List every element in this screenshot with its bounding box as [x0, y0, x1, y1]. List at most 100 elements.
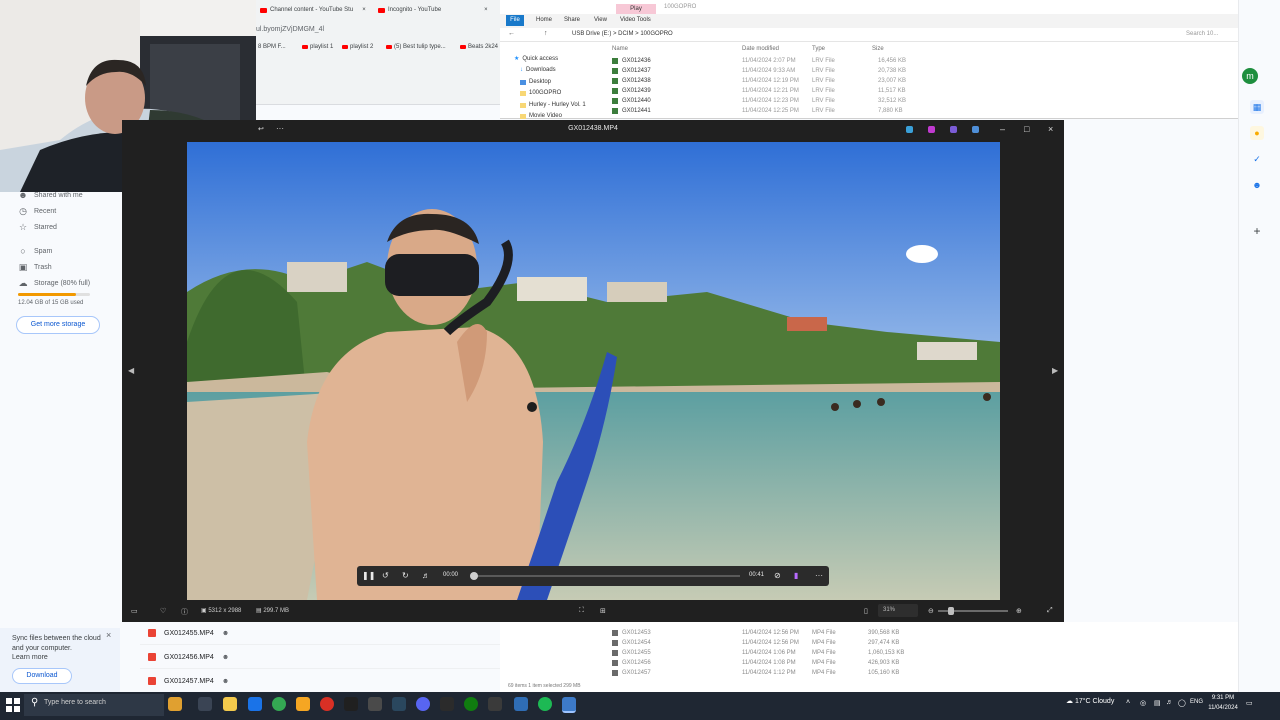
table-row[interactable]: GX012437 11/04/2024 9:33 AM LRV File 20,… [612, 68, 912, 76]
xbox-icon[interactable] [464, 697, 478, 711]
play-tab[interactable]: Play [616, 4, 656, 14]
table-row[interactable]: GX012454 11/04/2024 12:56 PM MP4 File 29… [612, 640, 912, 648]
nav-item-downloads[interactable]: ↓ Downloads [520, 67, 556, 73]
table-row[interactable]: GX012453 11/04/2024 12:56 PM MP4 File 39… [612, 630, 912, 638]
ribbon-tab-view[interactable]: View [594, 15, 607, 26]
column-header-date[interactable]: Date modified [742, 46, 779, 52]
sidebar-item-recent[interactable]: ◷ Recent [18, 206, 56, 217]
contacts-icon[interactable]: ☻ [1250, 178, 1264, 192]
column-header-size[interactable]: Size [872, 46, 884, 52]
edit-icon[interactable] [906, 126, 913, 133]
nav-item-movie-video[interactable]: Movie Video [520, 113, 562, 119]
column-header-type[interactable]: Type [812, 46, 825, 52]
app-icon[interactable] [514, 697, 528, 711]
zoom-out-icon[interactable]: ⊖ [928, 607, 934, 615]
edge-icon[interactable] [248, 697, 262, 711]
maximize-button[interactable]: □ [1024, 124, 1029, 134]
more-options-icon[interactable]: ··· [815, 572, 823, 580]
table-row[interactable]: GX012455 11/04/2024 1:06 PM MP4 File 1,0… [612, 650, 912, 658]
chevron-up-icon[interactable]: ˄ [1126, 699, 1130, 706]
rewind-icon[interactable]: ↺ [382, 572, 389, 580]
add-icon[interactable]: + [1250, 224, 1264, 238]
cat-widget-icon[interactable] [168, 697, 182, 711]
steam-icon[interactable] [392, 697, 406, 711]
zoom-slider-thumb[interactable] [948, 607, 954, 615]
slideshow-icon[interactable]: ▯ [864, 607, 868, 615]
onedrive-icon[interactable] [972, 126, 979, 133]
clipchamp-icon[interactable] [928, 126, 935, 133]
table-row[interactable]: GX012456 11/04/2024 1:08 PM MP4 File 426… [612, 660, 912, 668]
table-row[interactable]: GX012441 11/04/2024 12:25 PM LRV File 7,… [612, 108, 912, 116]
app-icon[interactable] [344, 697, 358, 711]
ribbon-tab-video-tools[interactable]: Video Tools [620, 15, 651, 26]
clock-time[interactable]: 9:31 PM [1208, 695, 1238, 701]
clipchamp-icon[interactable]: ▮ [794, 572, 798, 580]
captions-off-icon[interactable]: ⊘ [774, 572, 781, 580]
back-arrow-icon[interactable]: ← [508, 30, 515, 37]
browser-tab[interactable]: Channel content - YouTube Stu × [260, 4, 366, 16]
browser-tab[interactable]: Incognito - YouTube × [378, 4, 488, 16]
close-icon[interactable]: × [484, 7, 488, 13]
bookmark-item[interactable]: Beats 2k24 [460, 44, 498, 50]
table-row[interactable]: GX012439 11/04/2024 12:21 PM LRV File 11… [612, 88, 912, 96]
heart-icon[interactable]: ♡ [160, 607, 166, 615]
explorer-search-input[interactable]: Search 10... [1186, 31, 1218, 37]
nav-item-quick-access[interactable]: ★ Quick access [514, 55, 558, 63]
get-more-storage-button[interactable]: Get more storage [16, 316, 100, 334]
forward-icon[interactable]: ↻ [402, 572, 409, 580]
close-icon[interactable]: × [362, 7, 366, 13]
breadcrumb[interactable]: USB Drive (E:) > DCIM > 100GOPRO [572, 31, 673, 37]
table-row[interactable]: GX012457 11/04/2024 1:12 PM MP4 File 105… [612, 670, 912, 678]
mic-icon[interactable]: ◎ [1140, 699, 1146, 707]
zoom-in-icon[interactable]: ⊕ [1016, 607, 1022, 615]
seek-bar[interactable] [472, 575, 740, 577]
chrome-profile-icon[interactable] [320, 697, 334, 711]
close-button[interactable]: × [1048, 124, 1053, 134]
up-arrow-icon[interactable]: ↑ [544, 30, 548, 37]
minimize-button[interactable]: – [1000, 124, 1005, 134]
ribbon-tab-home[interactable]: Home [536, 15, 552, 26]
avatar[interactable]: m [1242, 68, 1258, 84]
filmstrip-icon[interactable]: ▭ [131, 607, 138, 615]
app-icon[interactable] [368, 697, 382, 711]
volume-icon[interactable]: ♬ [1166, 699, 1173, 706]
task-view-icon[interactable] [198, 697, 212, 711]
seek-bar-thumb[interactable] [470, 572, 478, 580]
file-explorer-icon[interactable] [223, 697, 237, 711]
headset-icon[interactable]: ◯ [1178, 699, 1186, 707]
sidebar-item-trash[interactable]: ▣ Trash [18, 262, 52, 273]
discord-icon[interactable] [416, 697, 430, 711]
weather-widget[interactable]: ☁ 17°C Cloudy [1066, 697, 1114, 705]
photos-icon[interactable] [562, 697, 576, 713]
pause-icon[interactable]: ❚❚ [362, 572, 375, 580]
bookmark-item[interactable]: (5) Best tulip type... [386, 44, 446, 50]
spotify-icon[interactable] [538, 697, 552, 711]
close-icon[interactable]: × [106, 630, 111, 640]
crop-icon[interactable]: ⊞ [600, 607, 606, 615]
sidebar-item-spam[interactable]: ○ Spam [18, 246, 52, 256]
learn-more-link[interactable]: Learn more [12, 654, 48, 661]
nav-item-hurley[interactable]: Hurley - Hurley Vol. 1 [520, 102, 586, 108]
network-icon[interactable]: ▤ [1154, 699, 1161, 707]
table-row[interactable]: GX012438 11/04/2024 12:19 PM LRV File 23… [612, 78, 912, 86]
ribbon-tab-share[interactable]: Share [564, 15, 580, 26]
bookmark-item[interactable]: 8 BPM F... [258, 44, 286, 50]
column-header-name[interactable]: Name [612, 46, 628, 52]
fullscreen-icon[interactable]: ⤢ [1047, 607, 1053, 615]
sidebar-item-storage[interactable]: ☁ Storage (80% full) [18, 278, 91, 289]
language-indicator[interactable]: ENG [1190, 699, 1203, 705]
video-frame[interactable] [187, 142, 1000, 600]
fit-icon[interactable]: ⛶ [579, 607, 584, 615]
sidebar-item-starred[interactable]: ☆ Starred [18, 222, 57, 233]
table-row[interactable]: GX012455.MP4 ☻ [140, 622, 500, 645]
keep-icon[interactable]: ● [1250, 126, 1264, 140]
table-row[interactable]: GX012440 11/04/2024 12:23 PM LRV File 32… [612, 98, 912, 106]
previous-arrow-icon[interactable]: ◀ [128, 366, 134, 375]
next-arrow-icon[interactable]: ▶ [1052, 366, 1058, 375]
app-icon[interactable] [296, 697, 310, 711]
clock-date[interactable]: 11/04/2024 [1206, 705, 1240, 711]
zoom-select[interactable]: 31% [878, 604, 918, 617]
app-icon[interactable] [488, 697, 502, 711]
table-row[interactable]: GX012436 11/04/2024 2:07 PM LRV File 16,… [612, 58, 912, 66]
bookmark-item[interactable]: playlist 1 [302, 44, 333, 50]
